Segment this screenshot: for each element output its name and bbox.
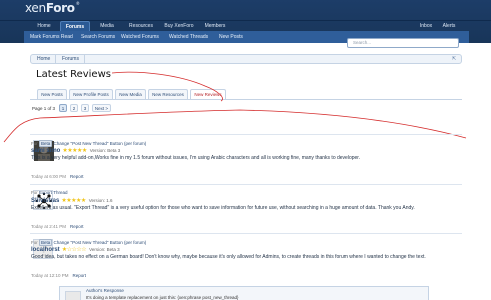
resource-link[interactable]: Change "Post New Thread" Button (per for… (54, 240, 147, 245)
breadcrumb-separator (81, 55, 85, 63)
review-resource-line: For Export Thread (31, 190, 67, 195)
page-2-button[interactable]: 2 (70, 104, 78, 112)
report-link[interactable]: Report (70, 224, 84, 229)
review-date[interactable]: Today at 12:10 PM (31, 273, 69, 278)
version-label: Version: Beta 3 (89, 148, 121, 153)
version-label: Version: 1.6 (88, 198, 113, 203)
star-rating: ★☆☆☆☆ (61, 247, 87, 253)
review-user-line: Sliivistras ★★★★★ Version: 1.6 (31, 197, 113, 204)
breadcrumb-home[interactable]: Home (37, 55, 50, 63)
star-rating: ★★★★★ (62, 148, 87, 154)
author-avatar[interactable] (65, 291, 81, 300)
page-count-label: Page 1 of 3 (32, 106, 56, 111)
nav-tabs: Home Forums Media Resources Buy XenForo … (0, 20, 491, 52)
site-header: xenForo® Home Forums Media Resources Buy… (0, 0, 491, 52)
review-meta: Today at 2:41 PM Report (31, 224, 84, 229)
review-message: Good idea, but takes no effect on a Germ… (31, 254, 426, 260)
xenforo-logo[interactable]: xenForo® (25, 1, 80, 15)
search-input[interactable]: Search... (347, 38, 459, 48)
new-posts-link[interactable]: New Posts (219, 31, 243, 43)
username-link[interactable]: Sliivistras (31, 198, 59, 204)
page-3-button[interactable]: 3 (81, 104, 89, 112)
page-1-button[interactable]: 1 (59, 104, 67, 112)
next-page-button[interactable]: Next > (92, 104, 111, 112)
author-response-text: It's doing a template replacement on jus… (86, 295, 239, 300)
arrow-jump-icon[interactable]: ⇱ (452, 56, 458, 62)
review-meta: Today at 6:00 PM Report (31, 174, 84, 179)
star-rating: ★★★★★ (61, 198, 86, 204)
review-date[interactable]: Today at 2:41 PM (31, 224, 66, 229)
review-message: Excellent as usual. "Export Thread" is a… (31, 205, 415, 211)
watched-threads-link[interactable]: Watched Threads (169, 31, 208, 43)
for-label: For (31, 190, 38, 195)
author-response: Author's Response It's doing a template … (59, 286, 429, 300)
resource-link[interactable]: Export Thread (39, 190, 67, 195)
tabs-divider (30, 99, 462, 100)
for-label: For (31, 240, 38, 245)
resource-link[interactable]: Change "Post New Thread" Button (per for… (54, 141, 147, 146)
report-link[interactable]: Report (70, 174, 84, 179)
logo-text: xen (25, 1, 46, 15)
breadcrumb-forums[interactable]: Forums (62, 55, 79, 63)
username-link[interactable]: localhorst (31, 247, 60, 253)
prefix-badge[interactable]: Beta (39, 239, 53, 246)
for-label: For (31, 141, 38, 146)
report-link[interactable]: Report (73, 273, 87, 278)
item-divider (30, 233, 462, 234)
author-response-title: Author's Response (86, 288, 124, 293)
review-user-line: sami simo ★★★★★ Version: Beta 3 (31, 147, 120, 154)
version-label: Version: Beta 3 (89, 247, 120, 252)
review-resource-line: For Beta Change "Post New Thread" Button… (31, 140, 146, 147)
review-resource-line: For Beta Change "Post New Thread" Button… (31, 239, 146, 246)
mark-forums-read-link[interactable]: Mark Forums Read (30, 31, 73, 43)
breadcrumb: Home Forums ⇱ (30, 54, 462, 64)
review-message: This is a very helpful add-on,Works fine… (31, 155, 361, 161)
breadcrumb-separator (52, 55, 56, 63)
review-meta: Today at 12:10 PM Report (31, 273, 86, 278)
item-divider (30, 184, 462, 185)
content-area (24, 43, 469, 300)
search-forums-link[interactable]: Search Forums (81, 31, 115, 43)
username-link[interactable]: sami simo (31, 148, 60, 154)
logo-text-bold: Foro (45, 1, 75, 15)
prefix-badge[interactable]: Beta (39, 140, 53, 147)
logo-registered-mark: ® (75, 1, 80, 6)
review-user-line: localhorst ★☆☆☆☆ Version: Beta 3 (31, 246, 120, 253)
review-date[interactable]: Today at 6:00 PM (31, 174, 66, 179)
page-title: Latest Reviews (36, 69, 111, 80)
item-divider (30, 134, 462, 135)
watched-forums-link[interactable]: Watched Forums (121, 31, 159, 43)
